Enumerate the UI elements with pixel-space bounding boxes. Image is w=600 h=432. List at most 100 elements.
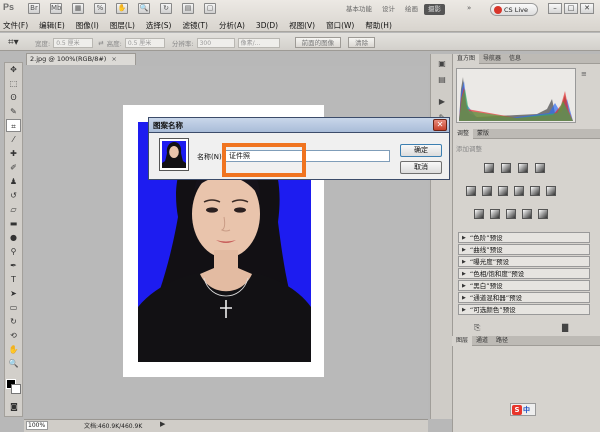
menu-image[interactable]: 图像(I) bbox=[76, 20, 99, 31]
dialog-close-button[interactable]: ✕ bbox=[433, 119, 447, 131]
hand-icon[interactable]: ✋ bbox=[116, 3, 128, 14]
zoom-tool-icon[interactable]: 🔍 bbox=[6, 357, 21, 370]
color-balance-icon[interactable] bbox=[498, 186, 508, 196]
mini-bridge-panel-icon[interactable]: ▣ bbox=[435, 58, 449, 70]
tab-layers[interactable]: 图层 bbox=[452, 335, 473, 346]
ime-toolbar[interactable]: S 中 bbox=[510, 403, 536, 416]
preset-exposure[interactable]: ▶ “曝光度”预设 bbox=[458, 256, 590, 267]
close-window-button[interactable]: ✕ bbox=[580, 3, 594, 14]
hand-tool-icon[interactable]: ✋ bbox=[6, 343, 21, 356]
type-tool-icon[interactable]: T bbox=[6, 273, 21, 286]
workspace-painting[interactable]: 绘画 bbox=[401, 4, 422, 15]
dialog-title-bar[interactable] bbox=[148, 117, 450, 133]
invert-icon[interactable] bbox=[474, 209, 484, 219]
preset-levels[interactable]: ▶ “色阶”预设 bbox=[458, 232, 590, 243]
maximize-button[interactable]: □ bbox=[564, 3, 578, 14]
preset-selective-color[interactable]: ▶ “可选颜色”预设 bbox=[458, 304, 590, 315]
threshold-icon[interactable] bbox=[506, 209, 516, 219]
height-field[interactable]: 0.5 厘米 bbox=[124, 37, 165, 48]
arrange-documents-icon[interactable]: ▤ bbox=[182, 3, 194, 14]
histogram-menu-icon[interactable]: ≡ bbox=[581, 70, 587, 78]
adjustment-footer-icon[interactable]: ⎘ bbox=[474, 323, 480, 333]
tab-channels[interactable]: 通道 bbox=[472, 336, 492, 346]
resolution-unit-select[interactable]: 像素/... bbox=[237, 37, 280, 48]
cs-live-button[interactable]: CS Live bbox=[490, 3, 538, 16]
black-white-icon[interactable] bbox=[514, 186, 524, 196]
close-icon[interactable]: × bbox=[111, 55, 116, 63]
menu-3d[interactable]: 3D(D) bbox=[256, 21, 278, 30]
menu-file[interactable]: 文件(F) bbox=[3, 20, 28, 31]
workspace-essentials[interactable]: 基本功能 bbox=[342, 4, 376, 15]
workspace-design[interactable]: 设计 bbox=[378, 4, 399, 15]
ok-button[interactable]: 确定 bbox=[400, 144, 442, 157]
quick-select-tool-icon[interactable]: ✎ bbox=[6, 105, 21, 118]
gradient-map-icon[interactable] bbox=[522, 209, 532, 219]
history-panel-icon[interactable]: ▤ bbox=[435, 74, 449, 86]
resolution-field[interactable]: 300 bbox=[196, 37, 235, 48]
menu-filter[interactable]: 滤镜(T) bbox=[183, 20, 208, 31]
brightness-contrast-icon[interactable] bbox=[484, 163, 494, 173]
cancel-button[interactable]: 取消 bbox=[400, 161, 442, 174]
minimize-button[interactable]: – bbox=[548, 3, 562, 14]
menu-window[interactable]: 窗口(W) bbox=[326, 20, 354, 31]
hue-saturation-icon[interactable] bbox=[482, 186, 492, 196]
path-selection-tool-icon[interactable]: ➤ bbox=[6, 287, 21, 300]
adjustment-delete-icon[interactable]: ▇ bbox=[562, 323, 568, 332]
photo-filter-icon[interactable] bbox=[530, 186, 540, 196]
tab-info[interactable]: 信息 bbox=[505, 54, 525, 64]
background-color-swatch[interactable] bbox=[11, 384, 21, 394]
menu-view[interactable]: 视图(V) bbox=[289, 20, 315, 31]
screen-mode-icon[interactable]: ▢ bbox=[204, 3, 216, 14]
levels-icon[interactable] bbox=[501, 163, 511, 173]
width-field[interactable]: 0.5 厘米 bbox=[53, 37, 94, 48]
preset-channel-mixer[interactable]: ▶ “通道混和器”预设 bbox=[458, 292, 590, 303]
selective-color-icon[interactable] bbox=[538, 209, 548, 219]
ime-language-label[interactable]: 中 bbox=[523, 405, 530, 415]
menu-select[interactable]: 选择(S) bbox=[146, 20, 172, 31]
3d-orbit-tool-icon[interactable]: ⟲ bbox=[6, 329, 21, 342]
vibrance-icon[interactable] bbox=[466, 186, 476, 196]
brush-tool-icon[interactable]: ✐ bbox=[6, 161, 21, 174]
front-image-button[interactable]: 前面的图像 bbox=[294, 37, 342, 48]
history-brush-tool-icon[interactable]: ↺ bbox=[6, 189, 21, 202]
shape-tool-icon[interactable]: ▭ bbox=[6, 301, 21, 314]
bridge-icon[interactable]: Br bbox=[28, 3, 40, 14]
zoom-level-icon[interactable]: % bbox=[94, 3, 106, 14]
tab-paths[interactable]: 路径 bbox=[492, 336, 512, 346]
preset-curves[interactable]: ▶ “曲线”预设 bbox=[458, 244, 590, 255]
status-menu-arrow[interactable]: ▶ bbox=[160, 420, 165, 428]
marquee-tool-icon[interactable]: ⬚ bbox=[6, 77, 21, 90]
workspace-photography[interactable]: 摄影 bbox=[424, 4, 445, 15]
menu-layer[interactable]: 图层(L) bbox=[110, 20, 135, 31]
document-tab[interactable]: 2.jpg @ 100%(RGB/8#) × bbox=[26, 53, 136, 65]
zoom-icon[interactable]: 🔍 bbox=[138, 3, 150, 14]
crop-tool-preset-icon[interactable]: ⌗▾ bbox=[8, 37, 26, 49]
quick-mask-icon[interactable]: ◙ bbox=[7, 402, 21, 413]
clear-button[interactable]: 清除 bbox=[348, 37, 376, 48]
move-tool-icon[interactable]: ✥ bbox=[6, 63, 21, 76]
workspace-more-button[interactable]: » bbox=[467, 4, 471, 12]
menu-help[interactable]: 帮助(H) bbox=[365, 20, 392, 31]
minibridge-icon[interactable]: Mb bbox=[50, 3, 62, 14]
exposure-icon[interactable] bbox=[535, 163, 545, 173]
preset-hue-saturation[interactable]: ▶ “色相/饱和度”预设 bbox=[458, 268, 590, 279]
tab-histogram[interactable]: 直方图 bbox=[453, 53, 480, 64]
preset-black-white[interactable]: ▶ “黑白”预设 bbox=[458, 280, 590, 291]
pen-tool-icon[interactable]: ✒ bbox=[6, 259, 21, 272]
healing-brush-tool-icon[interactable]: ✚ bbox=[6, 147, 21, 160]
clone-stamp-tool-icon[interactable]: ♟ bbox=[6, 175, 21, 188]
channel-mixer-icon[interactable] bbox=[546, 186, 556, 196]
gradient-tool-icon[interactable]: ▬ bbox=[6, 217, 21, 230]
3d-rotate-tool-icon[interactable]: ↻ bbox=[6, 315, 21, 328]
dodge-tool-icon[interactable]: ⚲ bbox=[6, 245, 21, 258]
menu-edit[interactable]: 编辑(E) bbox=[39, 20, 65, 31]
tab-adjustments[interactable]: 调整 bbox=[453, 128, 474, 139]
blur-tool-icon[interactable]: ● bbox=[6, 231, 21, 244]
zoom-field[interactable]: 100% bbox=[26, 421, 48, 430]
crop-tool-icon[interactable]: ⌗ bbox=[6, 119, 21, 132]
posterize-icon[interactable] bbox=[490, 209, 500, 219]
view-extras-icon[interactable]: ▦ bbox=[72, 3, 84, 14]
actions-panel-icon[interactable]: ▶ bbox=[435, 96, 449, 108]
eraser-tool-icon[interactable]: ▱ bbox=[6, 203, 21, 216]
lasso-tool-icon[interactable]: ʘ bbox=[6, 91, 21, 104]
